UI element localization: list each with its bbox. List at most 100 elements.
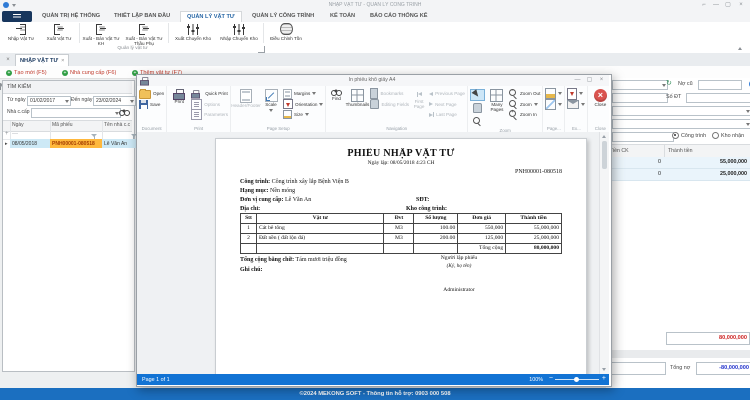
old-debt-input[interactable]	[698, 80, 742, 90]
ribbon-tab-system[interactable]: QUẢN TRỊ HỆ THỐNG	[36, 11, 106, 22]
parameters-button[interactable]: Parameters	[191, 110, 228, 119]
col-ten-nha-cc[interactable]: Tên nhà c.c	[102, 121, 136, 130]
scale-button[interactable]: Scale	[261, 87, 281, 112]
minimize-button[interactable]: —	[710, 1, 722, 9]
dropdown-caret-icon[interactable]	[130, 100, 134, 103]
scroll-up-icon[interactable]	[602, 135, 606, 138]
find-button[interactable]: Find	[328, 87, 344, 102]
open-button[interactable]: Open	[139, 89, 164, 98]
close-button[interactable]: ×	[735, 1, 747, 9]
zoom-out-button[interactable]: −Zoom Out	[509, 89, 540, 98]
radio-site[interactable]: Công trình	[672, 132, 706, 139]
group-dialog-launcher-icon[interactable]	[258, 46, 265, 53]
size-button[interactable]: Size	[283, 110, 323, 119]
dialog-close-button[interactable]: ×	[596, 76, 607, 85]
ribbon-tab-projects[interactable]: QUẢN LÝ CÔNG TRÌNH	[246, 11, 320, 22]
watermark-button[interactable]	[545, 100, 562, 109]
col-ma-phieu[interactable]: Mã phiếu	[50, 121, 106, 130]
preview-vertical-scrollbar[interactable]	[599, 132, 609, 374]
filter-funnel-icon[interactable]	[91, 134, 97, 137]
ribbon-tab-accounting[interactable]: KẾ TOÁN	[324, 11, 361, 22]
header-footer-button[interactable]: Header/Footer	[233, 87, 259, 109]
export-transfer-warehouse-button[interactable]: Xuất Chuyển Kho	[170, 23, 216, 41]
tabstrip-close-icon[interactable]: ×	[4, 56, 12, 64]
export-materials-button[interactable]: Xuất Vật Tư	[40, 23, 78, 41]
options-button[interactable]: Options	[191, 100, 228, 109]
next-page-button[interactable]: Next Page	[429, 100, 465, 109]
bookmarks-button[interactable]: Bookmarks	[370, 89, 409, 98]
previous-page-button[interactable]: Previous Page	[429, 89, 465, 98]
zoom-minus-button[interactable]: −	[549, 375, 553, 382]
supplier-name-input[interactable]	[612, 93, 668, 103]
scroll-thumb[interactable]	[602, 141, 607, 169]
send-email-button[interactable]	[567, 100, 585, 109]
ribbon-tab-setup[interactable]: THIẾT LẬP BAN ĐẦU	[108, 11, 176, 22]
from-date-input[interactable]: 01/02/2017	[27, 96, 71, 106]
last-page-button[interactable]: Last Page	[429, 110, 465, 119]
dialog-minimize-button[interactable]: —	[572, 76, 583, 85]
preview-content-area[interactable]: PHIẾU NHẬP VẬT TƯ Ngày lập: 08/05/2018 4…	[137, 132, 609, 374]
zoom-plus-button[interactable]: +	[602, 375, 606, 382]
phone-input[interactable]	[686, 93, 750, 103]
ribbon-options-button[interactable]: ⌐	[698, 1, 710, 9]
ribbon-collapse-icon[interactable]	[738, 47, 742, 50]
maximize-button[interactable]: ▢	[722, 1, 734, 9]
first-page-button[interactable]: First Page	[411, 87, 427, 110]
refresh-icon[interactable]	[666, 80, 674, 88]
row-supplier[interactable]: Lê Văn An	[102, 139, 136, 148]
close-preview-button[interactable]: Close	[590, 87, 610, 108]
export-sell-subcontractor-button[interactable]: Xuất - Bán Vật Tư Thầu Phụ	[121, 23, 167, 46]
category-combo[interactable]	[612, 119, 750, 129]
margins-button[interactable]: Margins	[283, 89, 323, 98]
many-pages-button[interactable]: Many Pages	[487, 87, 507, 113]
export-sell-customer-button[interactable]: Xuất - Bán Vật Tư KH	[81, 23, 121, 46]
export-document-button[interactable]	[567, 89, 585, 98]
grid-cell[interactable]: 0	[606, 169, 664, 181]
result-row[interactable]: ▸ 08/05/2018 PNH00001-080518 Lê Văn An	[3, 139, 132, 149]
supplier-combo[interactable]	[612, 80, 668, 90]
scroll-down-icon[interactable]	[602, 368, 606, 371]
pointer-tool-button[interactable]	[470, 89, 485, 101]
grid-col-tien-ck[interactable]: Tiền CK	[606, 144, 669, 158]
dropdown-caret-icon[interactable]	[65, 100, 69, 103]
to-date-input[interactable]: 23/02/2024	[93, 96, 136, 106]
save-button[interactable]: Save	[139, 100, 164, 109]
supplier-button[interactable]: Nhà cung cấp (F6)	[62, 68, 116, 77]
search-binoculars-icon[interactable]	[119, 109, 130, 116]
grid-cell[interactable]: 0	[606, 157, 664, 169]
zoom-in-button[interactable]: +Zoom In	[509, 110, 540, 119]
app-icon[interactable]	[3, 2, 9, 8]
create-new-button[interactable]: Tạo mới (F5)	[6, 68, 47, 77]
application-menu-button[interactable]	[2, 11, 32, 22]
warehouse-input[interactable]	[612, 132, 674, 142]
dropdown-caret-icon[interactable]	[746, 123, 750, 126]
magnifier-tool-button[interactable]	[470, 115, 485, 127]
thumbnails-button[interactable]: Thumbnails	[346, 87, 368, 108]
import-materials-button[interactable]: Nhập Vật Tư	[2, 23, 40, 41]
quick-access-caret-icon[interactable]	[12, 4, 16, 7]
note-input[interactable]	[608, 362, 666, 375]
dialog-maximize-button[interactable]: ▢	[584, 76, 595, 85]
quick-print-button[interactable]: Quick Print	[191, 89, 228, 98]
ribbon-tab-reports[interactable]: BÁO CÁO THỐNG KÊ	[364, 11, 434, 22]
tab-close-icon[interactable]: ×	[61, 58, 64, 64]
supplier-filter-input[interactable]	[31, 108, 121, 118]
zoom-button[interactable]: Zoom	[509, 100, 540, 109]
row-code[interactable]: PNH00001-080518	[50, 139, 106, 148]
editing-fields-button[interactable]: Editing Fields	[370, 100, 409, 109]
pin-icon[interactable]	[0, 83, 2, 87]
dropdown-caret-icon[interactable]	[746, 110, 750, 113]
grid-col-thanh-tien[interactable]: Thành tiền	[664, 144, 750, 158]
grid-cell[interactable]: 25,000,000	[664, 169, 750, 181]
print-button[interactable]: Print	[169, 87, 189, 105]
orientation-button[interactable]: Orientation	[283, 100, 323, 109]
zoom-slider-thumb[interactable]	[574, 377, 579, 382]
page-color-button[interactable]	[545, 89, 562, 98]
radio-warehouse[interactable]: Kho nhận	[712, 132, 744, 139]
col-ngay[interactable]: Ngày	[10, 121, 54, 130]
import-transfer-warehouse-button[interactable]: Nhập Chuyển Kho	[216, 23, 262, 41]
adjust-stock-button[interactable]: Điều Chỉnh Tồn	[265, 23, 307, 41]
grid-cell[interactable]: 55,000,000	[664, 157, 750, 169]
site-combo[interactable]	[612, 106, 750, 116]
hand-tool-button[interactable]	[470, 102, 485, 114]
